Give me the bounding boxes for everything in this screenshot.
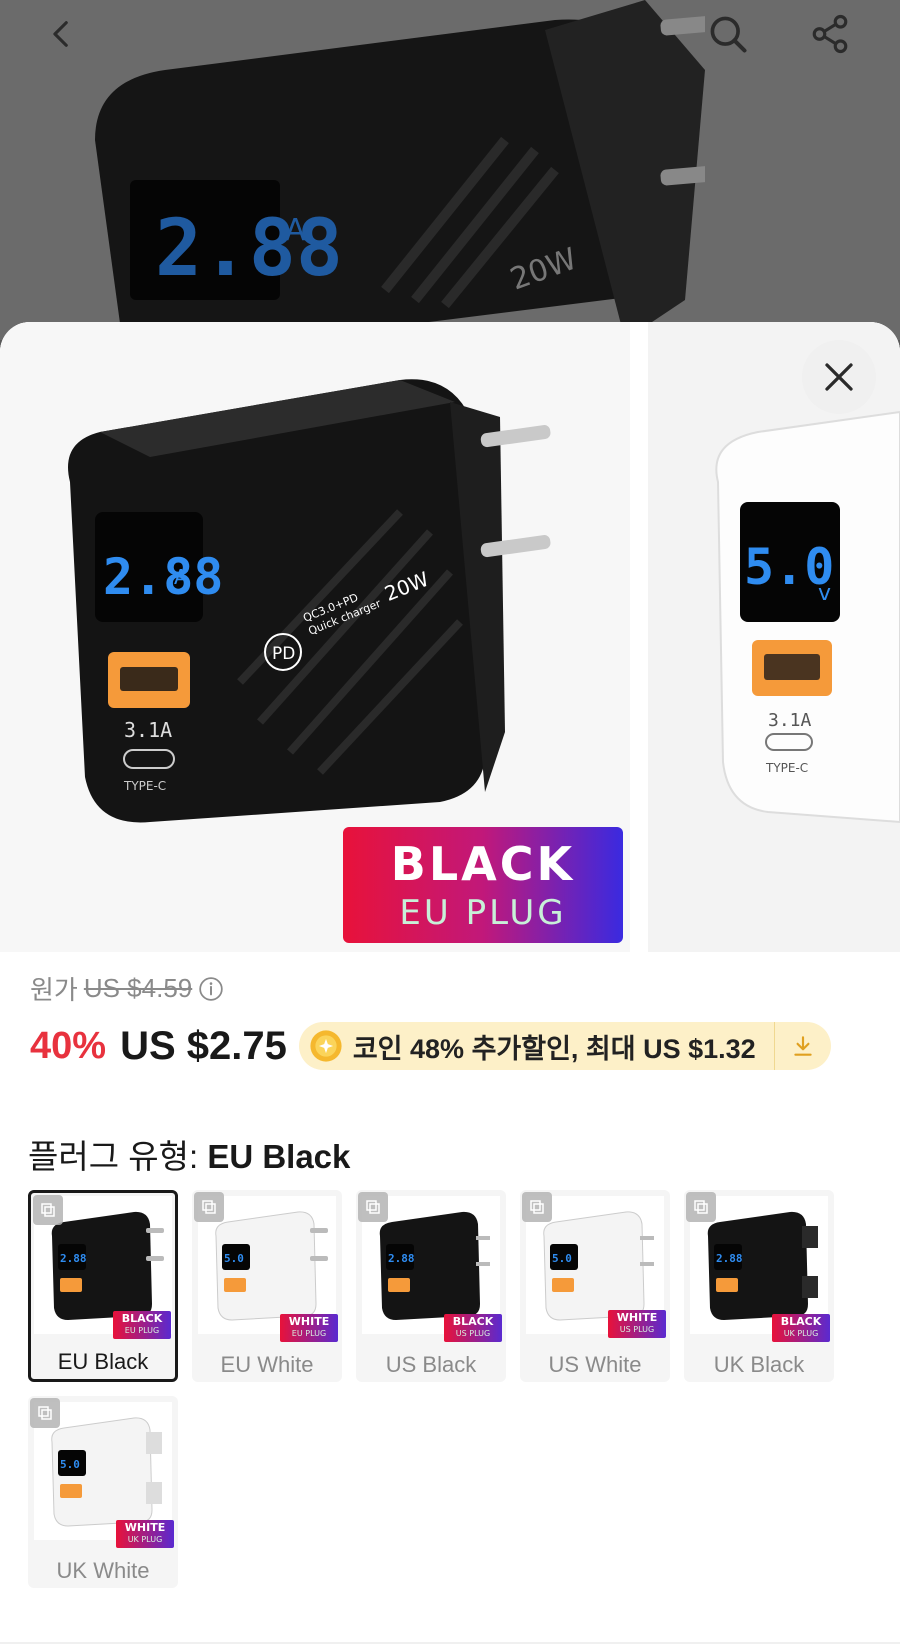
chevron-left-icon <box>53 21 68 47</box>
search-icon <box>710 16 747 53</box>
zoom-icon[interactable] <box>522 1192 552 1222</box>
coin-discount-pill[interactable]: 코인 48% 추가할인, 최대 US $1.32 <box>298 1022 831 1070</box>
svg-text:5.0: 5.0 <box>224 1252 244 1265</box>
price-row: 40% US $2.75 코인 48% 추가할인, 최대 US $1.32 <box>30 1022 831 1070</box>
svg-text:TYPE-C: TYPE-C <box>123 779 166 793</box>
close-icon <box>825 363 853 391</box>
svg-text:2.88: 2.88 <box>60 1252 87 1265</box>
original-price-row: 원가 US $4.59 <box>30 970 224 1007</box>
zoom-icon[interactable] <box>194 1192 224 1222</box>
label-color-text: BLACK <box>390 837 576 891</box>
sku-tag: BLACK EU PLUG <box>113 1311 171 1339</box>
sku-tag: WHITE EU PLUG <box>280 1314 338 1342</box>
sku-bottom-sheet: 2.88 A 3.1A TYPE-C PD QC3.0+PD Quick cha… <box>0 322 900 1644</box>
sku-tag: WHITE US PLUG <box>608 1310 666 1338</box>
discount-percent: 40% <box>30 1024 107 1067</box>
coin-discount-text: 코인 48% 추가할인, 최대 US $1.32 <box>352 1033 756 1064</box>
original-price: US $4.59 <box>83 973 193 1003</box>
share-icon <box>812 14 848 54</box>
download-arrow-icon <box>794 1036 812 1056</box>
svg-text:TYPE-C: TYPE-C <box>765 761 808 775</box>
charger-white-image: 5.0 v 3.1A TYPE-C <box>715 410 900 824</box>
sku-name: UK Black <box>713 1352 805 1377</box>
zoom-icon[interactable] <box>33 1195 63 1225</box>
close-button[interactable] <box>802 340 876 414</box>
svg-text:PD: PD <box>272 644 295 664</box>
variant-title-label: 플러그 유형: <box>28 1138 199 1175</box>
svg-text:5.0: 5.0 <box>60 1458 80 1471</box>
sku-name: UK White <box>56 1558 150 1583</box>
collect-coin-button[interactable] <box>775 1022 831 1070</box>
original-price-label: 원가 <box>30 975 78 1005</box>
svg-text:5.0: 5.0 <box>552 1252 572 1265</box>
svg-text:A: A <box>285 213 306 248</box>
zoom-icon[interactable] <box>358 1192 388 1222</box>
variant-label-banner: BLACK EU PLUG <box>343 827 623 943</box>
sku-name: EU Black <box>57 1349 149 1374</box>
sku-uk-black[interactable]: 2.88 BLACK UK PLUG UK Black <box>684 1190 834 1382</box>
sku-us-black[interactable]: 2.88 BLACK US PLUG US Black <box>356 1190 506 1382</box>
zoom-icon[interactable] <box>30 1398 60 1428</box>
sku-us-white[interactable]: 5.0 WHITE US PLUG US White <box>520 1190 670 1382</box>
current-price: US $2.75 <box>120 1023 287 1068</box>
search-button[interactable] <box>694 0 762 68</box>
sku-name: EU White <box>220 1352 314 1377</box>
share-button[interactable] <box>796 0 864 68</box>
sku-name: US Black <box>385 1352 477 1377</box>
svg-text:v: v <box>818 581 831 606</box>
product-image-background: 2.88 A 20W <box>0 0 900 340</box>
info-icon[interactable] <box>198 976 224 1002</box>
variant-selected-value: EU Black <box>207 1138 351 1175</box>
zoom-icon[interactable] <box>686 1192 716 1222</box>
image-gallery[interactable]: 2.88 A 3.1A TYPE-C PD QC3.0+PD Quick cha… <box>0 322 900 952</box>
sku-tag: BLACK UK PLUG <box>772 1314 830 1342</box>
charger-image-dimmed: 2.88 A 20W <box>95 0 705 340</box>
svg-text:3.1A: 3.1A <box>124 718 172 742</box>
gallery-main-image[interactable]: 2.88 A 3.1A TYPE-C PD QC3.0+PD Quick cha… <box>0 322 630 952</box>
sku-tag: WHITE UK PLUG <box>116 1520 174 1548</box>
svg-text:3.1A: 3.1A <box>768 710 812 731</box>
sku-name: US White <box>548 1352 642 1377</box>
sku-eu-black[interactable]: 2.88 BLACK EU PLUG EU Black <box>28 1190 178 1382</box>
svg-text:2.88: 2.88 <box>388 1252 415 1265</box>
coin-icon <box>310 1030 342 1062</box>
label-plug-text: EU PLUG <box>399 893 567 933</box>
sku-tag: BLACK US PLUG <box>444 1314 502 1342</box>
svg-text:A: A <box>174 565 188 589</box>
main-display-text: 2.88 <box>103 548 223 606</box>
gallery-next-image[interactable]: 5.0 v 3.1A TYPE-C <box>648 322 900 952</box>
variant-title: 플러그 유형: EU Black <box>28 1130 350 1178</box>
back-button[interactable] <box>28 0 96 68</box>
dim-display-text: 2.88 <box>155 204 343 294</box>
svg-text:2.88: 2.88 <box>716 1252 743 1265</box>
sku-eu-white[interactable]: 5.0 WHITE EU PLUG EU White <box>192 1190 342 1382</box>
sku-uk-white[interactable]: 5.0 WHITE UK PLUG UK White <box>28 1396 178 1588</box>
